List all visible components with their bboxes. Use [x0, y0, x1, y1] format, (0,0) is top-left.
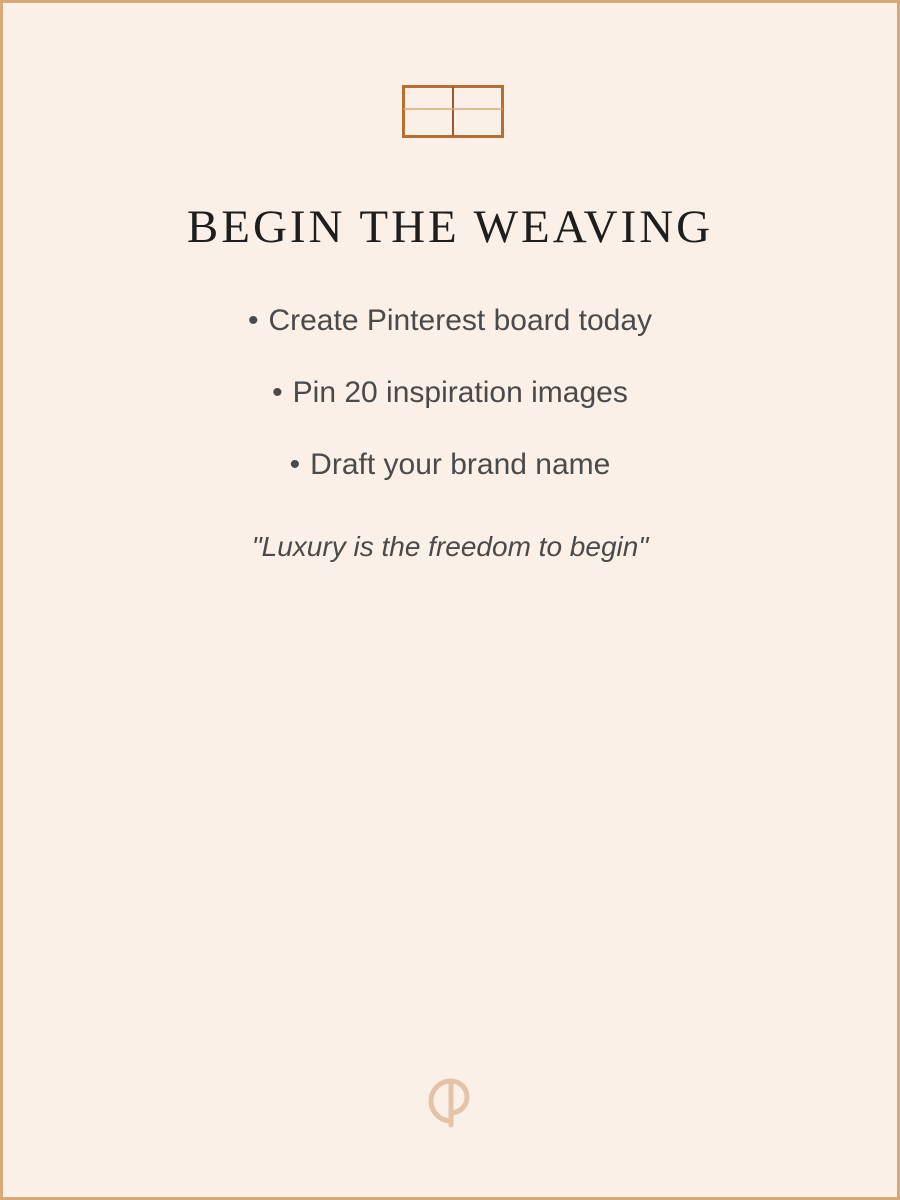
page-title: BEGIN THE WEAVING: [186, 201, 714, 253]
checklist-item-text: Pin 20 inspiration images: [292, 376, 628, 409]
card: BEGIN THE WEAVING • Create Pinterest boar…: [0, 0, 900, 1200]
bullet: •: [272, 376, 283, 409]
bullet: •: [247, 304, 259, 337]
loom-frame-icon: [402, 85, 504, 138]
monogram-logo: [424, 1075, 478, 1129]
checklist-item: • Pin 20 inspiration images: [3, 368, 897, 440]
bullet: •: [289, 448, 301, 481]
quote: "Luxury is the freedom to begin": [251, 531, 649, 562]
checklist-item: • Create Pinterest board today: [3, 296, 897, 368]
checklist-item-text: Create Pinterest board today: [268, 304, 653, 337]
checklist-item: • Draft your brand name: [3, 440, 897, 512]
checklist: • Create Pinterest board today • Pin 20 in…: [3, 296, 897, 512]
checklist-item-text: Draft your brand name: [310, 448, 611, 481]
